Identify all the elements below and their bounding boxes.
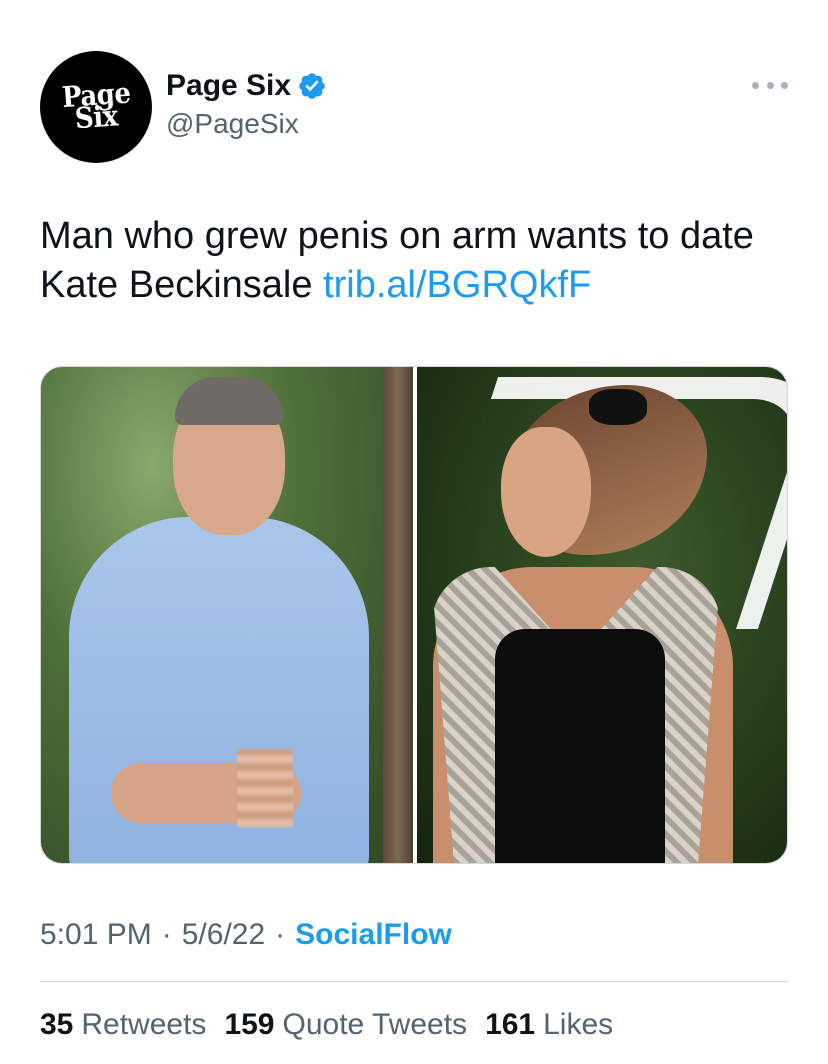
tweet-text: Man who grew penis on arm wants to date … (40, 212, 800, 310)
meta-separator: · (161, 918, 172, 951)
woman-face (500, 427, 591, 557)
avatar-logo-line2: Six (73, 100, 119, 136)
more-dot (766, 81, 774, 89)
retweets-stat[interactable]: 35 Retweets (40, 1008, 206, 1042)
likes-label: Likes (543, 1008, 614, 1041)
tweet-time[interactable]: 5:01 PM (40, 918, 152, 952)
hair-bow (588, 389, 647, 425)
likes-stat[interactable]: 161 Likes (485, 1008, 613, 1042)
tweet-date[interactable]: 5/6/22 (182, 918, 265, 952)
quote-tweets-count: 159 (224, 1008, 275, 1041)
tweet-link[interactable]: trib.al/BGRQkfF (323, 264, 591, 306)
tweet-source[interactable]: SocialFlow (295, 918, 452, 952)
tweet-meta: 5:01 PM · 5/6/22 · SocialFlow (40, 914, 452, 956)
meta-separator: · (275, 918, 286, 951)
author-avatar[interactable]: Page Six (40, 51, 152, 163)
man-hair (175, 377, 283, 425)
retweets-label: Retweets (81, 1008, 207, 1041)
pixelated-blur-patch (237, 749, 293, 827)
verified-badge-icon (299, 73, 325, 99)
likes-count: 161 (485, 1008, 536, 1041)
retweets-count: 35 (40, 1008, 74, 1041)
more-dot (752, 81, 759, 89)
media-photo-woman[interactable] (416, 367, 787, 863)
stats-divider (40, 981, 788, 982)
quote-tweets-label: Quote Tweets (282, 1008, 468, 1041)
black-dress (494, 629, 665, 863)
tree-trunk (383, 367, 413, 863)
more-dot (781, 81, 788, 89)
tweet-stats: 35 Retweets 159 Quote Tweets 161 Likes (40, 1004, 631, 1046)
tweet-media[interactable] (40, 366, 788, 864)
author-handle[interactable]: @PageSix (166, 108, 299, 140)
more-horizontal-icon[interactable] (752, 74, 788, 96)
media-photo-man[interactable] (41, 367, 413, 863)
quote-tweets-stat[interactable]: 159 Quote Tweets (224, 1008, 467, 1042)
author-display-name[interactable]: Page Six (166, 69, 291, 103)
author-name-row: Page Six (166, 67, 327, 105)
